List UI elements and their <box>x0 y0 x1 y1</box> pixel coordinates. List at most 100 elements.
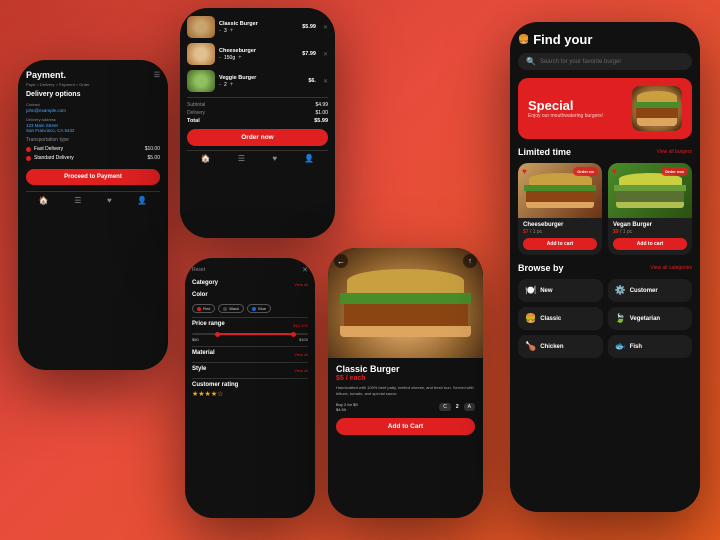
filter-close-button[interactable]: ✕ <box>302 266 308 274</box>
proceed-button[interactable]: Proceed to Payment <box>26 169 160 185</box>
view-all-categories-link[interactable]: View all categories <box>650 265 692 271</box>
fish-label: Fish <box>630 344 642 350</box>
card-1-name: Cheeseburger <box>523 222 597 228</box>
quantity-controls: C 2 A <box>439 403 475 411</box>
standard-delivery-price: $5.00 <box>147 155 160 161</box>
browse-vegetarian[interactable]: 🍃 Vegetarian <box>608 307 693 330</box>
nav-heart-icon[interactable]: ♥ <box>107 196 112 205</box>
cart-nav-heart[interactable]: ♥ <box>272 154 277 163</box>
cart-item-1-price: $5.99 <box>302 24 316 30</box>
price-slider[interactable] <box>192 333 308 335</box>
customer-label: Customer <box>630 288 658 294</box>
nav-user-icon[interactable]: 👤 <box>137 196 147 205</box>
increase-1-btn[interactable]: + <box>230 28 234 34</box>
view-all-burgers-link[interactable]: View all burgers <box>657 149 692 155</box>
cart-nav-menu[interactable]: ☰ <box>238 154 245 163</box>
filter-header: Reset ✕ <box>192 266 308 274</box>
browse-customer[interactable]: ⚙️ Customer <box>608 279 693 302</box>
increase-3-btn[interactable]: + <box>230 82 234 88</box>
chip-red[interactable]: Red <box>192 304 215 313</box>
card-1-price: $7 / 1 pc <box>523 229 597 235</box>
order-now-button[interactable]: Order now <box>187 129 328 146</box>
slider-thumb-right[interactable] <box>291 332 296 337</box>
browse-chicken[interactable]: 🍗 Chicken <box>518 335 603 358</box>
card-2-add-button[interactable]: Add to cart <box>613 238 687 250</box>
decrease-1-btn[interactable]: - <box>219 28 221 34</box>
cart-item-2-name: Cheeseburger <box>219 48 298 54</box>
share-button[interactable]: ↑ <box>463 254 477 268</box>
slider-fill <box>215 333 296 335</box>
cart-item-3-price: $6. <box>308 78 316 84</box>
payment-bottom-nav: 🏠 ☰ ♥ 👤 <box>26 191 160 205</box>
fast-delivery-option[interactable]: Fast Delivery $10.00 <box>26 146 160 152</box>
qty-value: 2 <box>456 404 459 410</box>
total-label: Total <box>187 118 200 124</box>
increase-2-btn[interactable]: + <box>238 55 242 61</box>
search-icon: 🔍 <box>526 57 536 66</box>
cart-item-1-name: Classic Burger <box>219 21 298 27</box>
category-label: Category <box>192 280 218 286</box>
nav-menu-icon[interactable]: ☰ <box>74 196 81 205</box>
remove-1-icon[interactable]: ✕ <box>323 24 328 31</box>
vegetarian-icon: 🍃 <box>615 313 626 324</box>
phone-main: 🍔 Find your 🔍 Search for your favorite b… <box>510 22 700 512</box>
decrease-2-btn[interactable]: - <box>219 55 221 61</box>
chicken-label: Chicken <box>540 344 563 350</box>
delivery-options-title: Delivery options <box>26 91 160 98</box>
browse-classic[interactable]: 🍔 Classic <box>518 307 603 330</box>
chip-blue[interactable]: Blue <box>247 304 271 313</box>
limited-card-2[interactable]: ♥ Order nov Vegan Burger $9 / 1 pc Add t… <box>608 163 692 255</box>
special-banner[interactable]: Special Enjoy our mouthwatering burgers! <box>518 78 692 139</box>
browse-section-header: Browse by View all categories <box>518 263 692 273</box>
remove-2-icon[interactable]: ✕ <box>323 51 328 58</box>
burger-name: Classic Burger <box>336 364 475 374</box>
fast-delivery-price: $10.00 <box>145 146 160 152</box>
card-1-heart-icon[interactable]: ♥ <box>522 167 527 176</box>
limited-time-title: Limited time <box>518 147 571 157</box>
card-2-order-badge[interactable]: Order nov <box>661 167 688 176</box>
contact-value: john@example.com <box>26 108 160 113</box>
browse-new[interactable]: 🍽️ New <box>518 279 603 302</box>
qty-c-button[interactable]: C <box>439 403 451 411</box>
slider-thumb-left[interactable] <box>215 332 220 337</box>
new-icon: 🍽️ <box>525 285 536 296</box>
cart-nav-user[interactable]: 👤 <box>304 154 314 163</box>
customer-rating-label: Customer rating <box>192 382 308 388</box>
total-row: Total $5.99 <box>187 118 328 124</box>
burger-description: Handcrafted with 100% beef patty, melted… <box>336 385 475 397</box>
view-all-materials[interactable]: View all <box>294 352 308 357</box>
offer-row: Buy 2 for $9 $4.50 C 2 A <box>336 402 475 412</box>
view-all-styles[interactable]: View all <box>294 368 308 373</box>
standard-delivery-option[interactable]: Standard Delivery $5.00 <box>26 155 160 161</box>
cart-item-3-name: Veggie Burger <box>219 75 304 81</box>
browse-fish[interactable]: 🐟 Fish <box>608 335 693 358</box>
card-1-add-button[interactable]: Add to cart <box>523 238 597 250</box>
app-logo-icon: 🍔 <box>518 34 529 45</box>
decrease-3-btn[interactable]: - <box>219 82 221 88</box>
black-dot <box>223 307 227 311</box>
add-to-cart-button[interactable]: Add to Cart <box>336 418 475 435</box>
chip-black[interactable]: Black <box>218 304 244 313</box>
card-2-heart-icon[interactable]: ♥ <box>612 167 617 176</box>
limited-section-header: Limited time View all burgers <box>518 147 692 157</box>
back-button[interactable]: ← <box>334 254 348 268</box>
special-banner-image <box>632 86 682 131</box>
qty-a-button[interactable]: A <box>464 403 475 411</box>
classic-icon: 🍔 <box>525 313 536 324</box>
rating-stars: ★★★★☆ <box>192 390 308 398</box>
view-all-categories[interactable]: View all <box>294 282 308 287</box>
card-1-image: ♥ Order no <box>518 163 602 218</box>
card-1-order-badge[interactable]: Order no <box>573 167 598 176</box>
color-chips: Red Black Blue <box>192 304 308 313</box>
browse-categories-grid: 🍽️ New ⚙️ Customer 🍔 Classic 🍃 Vegetaria… <box>518 279 692 358</box>
subtotal-label: Subtotal <box>187 102 205 108</box>
contact-label: Contact <box>26 102 160 107</box>
remove-3-icon[interactable]: ✕ <box>323 78 328 85</box>
limited-card-1[interactable]: ♥ Order no Cheeseburger $7 / 1 pc Add to… <box>518 163 602 255</box>
address-label: Delivery address <box>26 117 160 122</box>
nav-home-icon[interactable]: 🏠 <box>39 196 49 205</box>
filter-reset-button[interactable]: Reset <box>192 267 205 273</box>
color-label: Color <box>192 292 208 298</box>
search-bar[interactable]: 🔍 Search for your favorite burger <box>518 53 692 70</box>
cart-nav-home[interactable]: 🏠 <box>201 154 211 163</box>
